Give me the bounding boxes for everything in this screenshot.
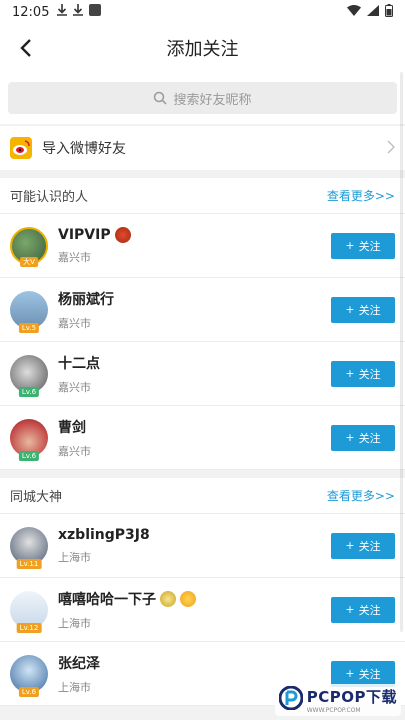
follow-label: 关注: [358, 431, 381, 445]
import-weibo-friends[interactable]: 导入微博好友: [0, 126, 405, 170]
follow-label: 关注: [358, 367, 381, 381]
plus-icon: +: [345, 539, 355, 552]
battery-icon: [385, 3, 393, 21]
status-time: 12:05: [12, 4, 50, 20]
avatar[interactable]: Lv.6: [10, 354, 48, 397]
avatar[interactable]: 大V: [10, 226, 48, 267]
see-more-link[interactable]: 查看更多>>: [327, 487, 395, 504]
follow-button[interactable]: + 关注: [331, 596, 395, 623]
follow-button[interactable]: + 关注: [331, 532, 395, 559]
watermark: PCPOP下载 WWW.PCPOP.COM: [274, 684, 401, 716]
user-city: 上海市: [58, 550, 91, 564]
user-city: 嘉兴市: [58, 380, 91, 394]
follow-label: 关注: [358, 239, 381, 253]
user-name: 嘻嘻哈哈一下子: [58, 591, 156, 608]
import-weibo-label: 导入微博好友: [42, 141, 126, 157]
user-name: VIPVIP: [58, 226, 111, 243]
search-area: 搜索好友昵称: [0, 72, 405, 124]
section-header-known: 可能认识的人 查看更多>>: [0, 178, 405, 214]
user-city: 嘉兴市: [58, 444, 91, 458]
user-row[interactable]: Lv.12 嘻嘻哈哈一下子 上海市 + 关注: [0, 578, 405, 642]
app-header: 添加关注: [0, 24, 405, 72]
plus-icon: +: [345, 431, 355, 444]
user-row[interactable]: Lv.6 十二点 嘉兴市 + 关注: [0, 342, 405, 406]
level-badge: Lv.6: [18, 450, 40, 461]
user-name: 十二点: [58, 355, 100, 372]
bird-badge-icon: [180, 590, 196, 607]
follow-button[interactable]: + 关注: [331, 232, 395, 259]
plus-icon: +: [345, 303, 355, 316]
pcpop-logo-icon: [278, 685, 304, 714]
section-header-local: 同城大神 查看更多>>: [0, 478, 405, 514]
user-city: 上海市: [58, 616, 91, 630]
section-title: 同城大神: [10, 490, 63, 505]
download-icon: [57, 4, 68, 20]
back-button[interactable]: [12, 34, 40, 62]
level-badge: 大V: [20, 256, 38, 267]
avatar[interactable]: Lv.6: [10, 418, 48, 461]
watermark-sub: WWW.PCPOP.COM: [306, 707, 361, 714]
avatar[interactable]: Lv.11: [10, 526, 48, 569]
level-badge: Lv.5: [18, 322, 40, 333]
user-name: xzblingP3J8: [58, 526, 150, 543]
user-row[interactable]: Lv.5 杨丽斌行 嘉兴市 + 关注: [0, 278, 405, 342]
plus-icon: +: [345, 367, 355, 380]
chevron-right-icon: [387, 139, 395, 158]
user-city: 嘉兴市: [58, 250, 91, 264]
back-arrow-icon: [20, 39, 31, 57]
follow-label: 关注: [358, 539, 381, 553]
level-badge: Lv.6: [18, 386, 40, 397]
status-bar: 12:05: [0, 0, 405, 24]
watermark-brand: PCPOP下载: [306, 688, 397, 706]
follow-button[interactable]: + 关注: [331, 660, 395, 687]
weibo-icon: [10, 137, 32, 159]
search-input[interactable]: 搜索好友昵称: [8, 82, 397, 114]
signal-icon: [367, 4, 379, 20]
follow-button[interactable]: + 关注: [331, 296, 395, 323]
search-icon: [154, 91, 168, 105]
follow-label: 关注: [358, 667, 381, 681]
plus-icon: +: [345, 239, 355, 252]
avatar[interactable]: Lv.6: [10, 654, 48, 697]
user-row[interactable]: Lv.6 曹剑 嘉兴市 + 关注: [0, 406, 405, 470]
wifi-icon: [347, 4, 361, 20]
scrollbar[interactable]: [400, 72, 403, 632]
download-icon: [73, 4, 84, 20]
app-notification-icon: [89, 4, 102, 20]
see-more-link[interactable]: 查看更多>>: [327, 187, 395, 204]
follow-button[interactable]: + 关注: [331, 360, 395, 387]
medal-badge-icon: [160, 590, 176, 607]
avatar[interactable]: Lv.12: [10, 590, 48, 633]
follow-button[interactable]: + 关注: [331, 424, 395, 451]
follow-label: 关注: [358, 303, 381, 317]
avatar[interactable]: Lv.5: [10, 290, 48, 333]
plus-icon: +: [345, 603, 355, 616]
user-row[interactable]: 大V VIPVIP 嘉兴市 + 关注: [0, 214, 405, 278]
level-badge: Lv.11: [16, 558, 42, 569]
plus-icon: +: [345, 667, 355, 680]
user-row[interactable]: Lv.11 xzblingP3J8 上海市 + 关注: [0, 514, 405, 578]
level-badge: Lv.6: [18, 686, 40, 697]
vip-badge-icon: [114, 226, 131, 243]
page-title: 添加关注: [166, 39, 239, 60]
user-name: 曹剑: [58, 419, 86, 436]
level-badge: Lv.12: [16, 622, 42, 633]
user-city: 嘉兴市: [58, 316, 91, 330]
search-placeholder: 搜索好友昵称: [173, 92, 252, 108]
section-title: 可能认识的人: [10, 190, 89, 205]
user-name: 张纪泽: [58, 655, 100, 672]
user-name: 杨丽斌行: [58, 291, 114, 308]
follow-label: 关注: [358, 603, 381, 617]
